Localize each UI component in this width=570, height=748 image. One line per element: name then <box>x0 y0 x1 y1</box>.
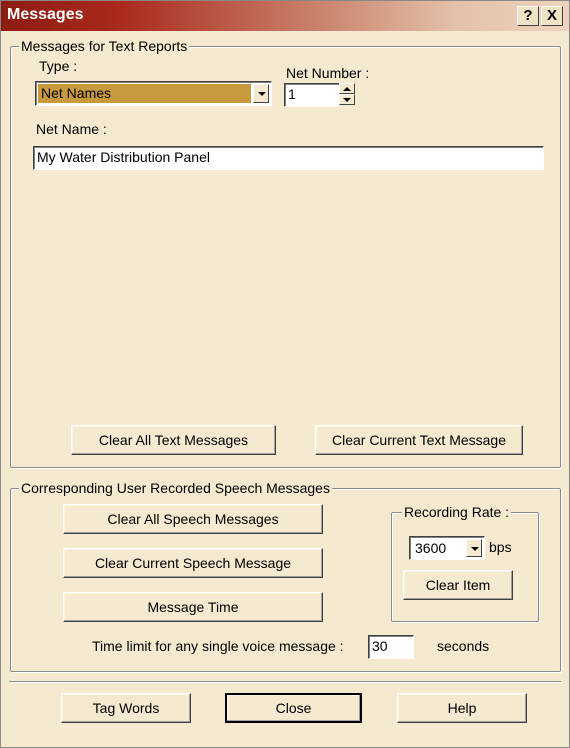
spin-up-icon[interactable] <box>339 83 355 94</box>
chevron-down-icon[interactable] <box>466 539 482 557</box>
tag-words-button[interactable]: Tag Words <box>61 693 191 723</box>
text-reports-group: Messages for Text Reports <box>10 37 561 468</box>
title-bar[interactable]: Messages ? X <box>1 1 569 31</box>
chevron-down-icon[interactable] <box>253 84 269 103</box>
clear-all-text-messages-button[interactable]: Clear All Text Messages <box>71 425 276 455</box>
close-icon[interactable]: X <box>541 6 563 26</box>
time-limit-label: Time limit for any single voice message … <box>92 638 344 654</box>
recording-rate-value: 3600 <box>415 540 447 556</box>
speech-messages-legend: Corresponding User Recorded Speech Messa… <box>19 479 332 497</box>
recording-rate-legend: Recording Rate : <box>402 503 512 521</box>
help-button[interactable]: Help <box>397 693 527 723</box>
type-label: Type : <box>39 58 78 74</box>
net-number-label: Net Number : <box>286 65 370 81</box>
clear-current-speech-message-button[interactable]: Clear Current Speech Message <box>63 548 323 578</box>
window-title: Messages <box>7 6 84 23</box>
clear-current-text-message-button[interactable]: Clear Current Text Message <box>315 425 523 455</box>
spin-down-icon[interactable] <box>339 94 355 105</box>
messages-dialog: Messages ? X Messages for Text Reports T… <box>0 0 570 748</box>
message-time-button[interactable]: Message Time <box>63 592 323 622</box>
net-number-input[interactable]: 1 <box>284 83 340 107</box>
time-limit-input[interactable]: 30 <box>368 635 414 659</box>
net-name-input[interactable]: My Water Distribution Panel <box>33 146 544 170</box>
recording-rate-group: Recording Rate : <box>391 503 539 622</box>
rate-unit-label: bps <box>489 539 512 555</box>
help-question-icon[interactable]: ? <box>517 6 539 26</box>
net-number-spinner[interactable] <box>339 83 355 107</box>
time-limit-unit-label: seconds <box>437 638 490 654</box>
clear-item-button[interactable]: Clear Item <box>403 570 513 600</box>
clear-all-speech-messages-button[interactable]: Clear All Speech Messages <box>63 504 323 534</box>
type-dropdown-value: Net Names <box>38 84 251 103</box>
footer-divider <box>9 681 561 683</box>
recording-rate-dropdown[interactable]: 3600 <box>409 536 485 560</box>
close-button[interactable]: Close <box>225 693 362 723</box>
text-reports-legend: Messages for Text Reports <box>19 37 190 55</box>
net-name-label: Net Name : <box>36 121 107 137</box>
type-dropdown[interactable]: Net Names <box>35 81 272 106</box>
